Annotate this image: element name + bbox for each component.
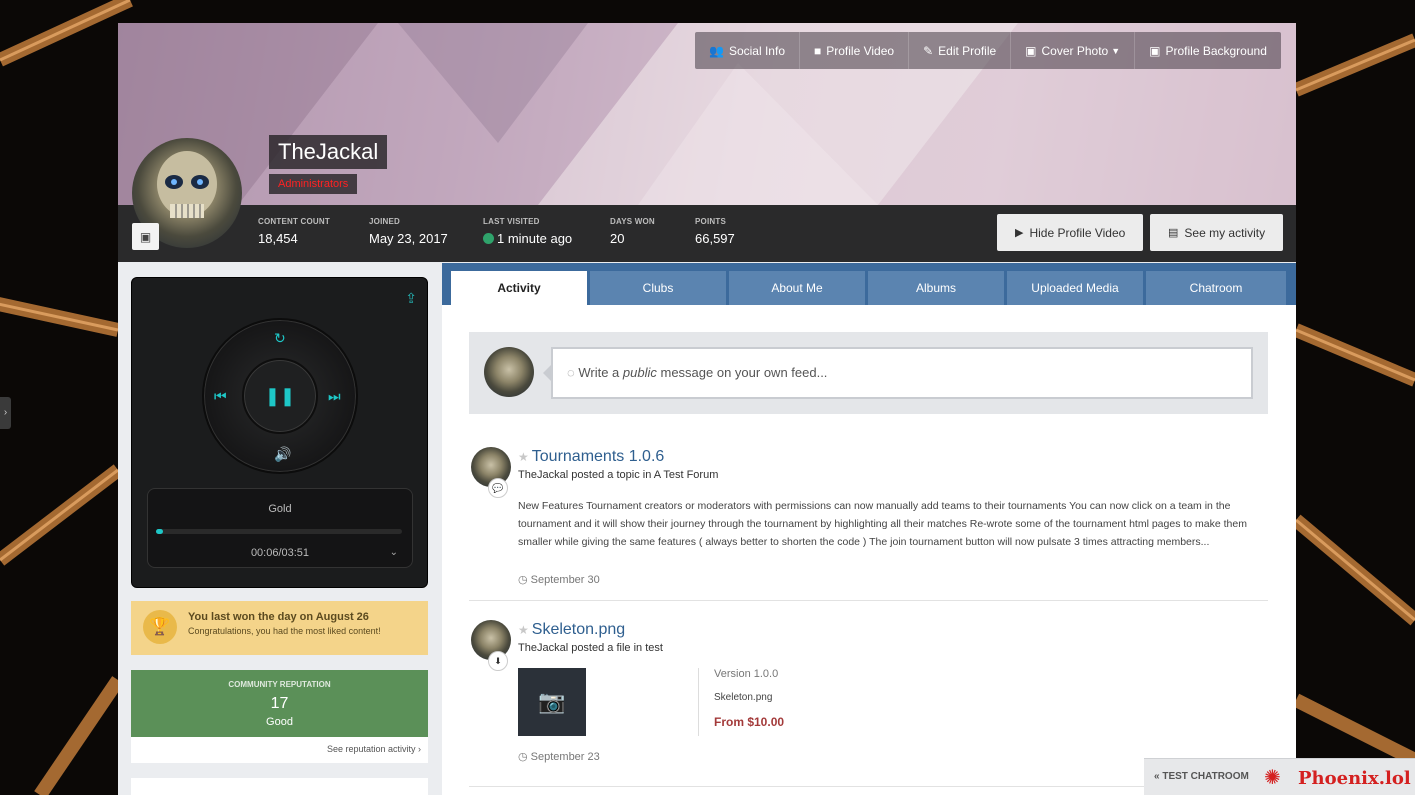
tab-clubs[interactable]: Clubs (590, 271, 726, 305)
volume-icon[interactable]: 🔊 (274, 446, 291, 463)
upload-icon[interactable]: ⇪ (405, 290, 417, 307)
image-icon: ▣ (1149, 43, 1161, 58)
star-icon[interactable]: ★ (518, 623, 529, 637)
image-icon: ▣ (139, 229, 152, 244)
day-won-panel: 🏆 You last won the day on August 26 Cong… (131, 601, 428, 655)
newspaper-icon: ▤ (1168, 227, 1179, 239)
trophy-icon: 🏆 (143, 610, 177, 644)
see-my-activity-button[interactable]: ▤ See my activity (1150, 214, 1284, 251)
sidebar-widget (131, 778, 428, 795)
chevron-down-icon[interactable]: ⌄ (390, 547, 398, 558)
profile-group: Administrators (269, 174, 358, 194)
comment-icon: ◌ (567, 365, 579, 380)
chatroom-bar[interactable]: « TEST CHATROOM ✺ Phoenix.lol (1144, 758, 1415, 795)
stat-days-won: DAYS WON 20 (610, 217, 655, 246)
stat-last-visited: LAST VISITED 1 minute ago (483, 217, 573, 246)
tab-activity[interactable]: Activity (451, 271, 587, 305)
activity-item: ⬇ ★ Skeleton.png TheJackal posted a file … (469, 620, 1268, 770)
video-icon: ■ (814, 43, 822, 58)
file-thumbnail[interactable]: 📷 (518, 668, 586, 736)
topic-comment-icon: 💬 (488, 478, 508, 498)
image-icon: ▣ (1025, 43, 1037, 58)
entry-title-link[interactable]: Tournaments 1.0.6 (532, 448, 665, 465)
stat-content-count: CONTENT COUNT 18,454 (258, 217, 330, 246)
camera-icon: 📷 (538, 689, 566, 714)
entry-snippet: New Features Tournament creators or mode… (518, 500, 1247, 548)
tab-about-me[interactable]: About Me (729, 271, 865, 305)
phoenix-logo-icon: ✺ (1264, 767, 1281, 789)
track-progress-fill (156, 529, 164, 534)
entry-user-link[interactable]: TheJackal (518, 642, 568, 654)
clock-icon: ◷ (518, 751, 531, 763)
users-icon: 👥 (709, 43, 724, 58)
status-input[interactable]: ◌ Write a public message on your own fee… (551, 347, 1253, 399)
track-progress-bar[interactable] (156, 529, 402, 534)
profile-background-button[interactable]: ▣ Profile Background (1135, 32, 1281, 69)
side-panel-toggle[interactable]: › (0, 397, 11, 429)
hide-profile-video-button[interactable]: ▶ Hide Profile Video (997, 214, 1144, 251)
reputation-panel: COMMUNITY REPUTATION 17 Good (131, 670, 428, 737)
social-info-button[interactable]: 👥 Social Info (695, 32, 800, 69)
repeat-icon[interactable]: ↻ (274, 330, 286, 347)
pause-icon: ❚❚ (264, 385, 296, 406)
profile-video-button[interactable]: ■ Profile Video (800, 32, 910, 69)
profile-stats-bar: CONTENT COUNT 18,454 JOINED May 23, 2017… (118, 205, 1296, 262)
file-info: Version 1.0.0 Skeleton.png From $10.00 (698, 668, 784, 736)
tab-uploaded-media[interactable]: Uploaded Media (1007, 271, 1143, 305)
track-panel: Gold 00:06/03:51 ⌄ (147, 488, 413, 568)
tab-albums[interactable]: Albums (868, 271, 1004, 305)
status-composer: ◌ Write a public message on your own fee… (469, 332, 1268, 414)
next-track-icon[interactable]: ⏭ (328, 388, 341, 405)
track-title: Gold (268, 503, 292, 515)
divider (469, 600, 1268, 601)
see-reputation-activity-link[interactable]: See reputation activity › (131, 737, 428, 763)
stat-points: POINTS 66,597 (695, 217, 735, 246)
edit-profile-button[interactable]: ✎ Edit Profile (909, 32, 1012, 69)
composer-avatar (484, 347, 534, 397)
music-player: ⇪ ↻ ⏮ ⏭ 🔊 ❚❚ Gold 00:06/03:51 ⌄ (131, 277, 428, 588)
profile-page: 👥 Social Info ■ Profile Video ✎ Edit Profil… (118, 23, 1296, 795)
star-icon[interactable]: ★ (518, 450, 529, 464)
previous-track-icon[interactable]: ⏮ (214, 388, 227, 405)
pencil-icon: ✎ (923, 43, 934, 58)
activity-feed: ◌ Write a public message on your own fee… (442, 305, 1296, 795)
track-time: 00:06/03:51 (250, 547, 310, 559)
stat-joined: JOINED May 23, 2017 (369, 217, 448, 246)
cover-actions: 👥 Social Info ■ Profile Video ✎ Edit Profil… (695, 32, 1281, 69)
pause-button[interactable]: ❚❚ (242, 358, 318, 434)
entry-user-link[interactable]: TheJackal (518, 469, 568, 481)
change-photo-button[interactable]: ▣ (132, 223, 159, 250)
download-icon: ⬇ (488, 651, 508, 671)
entry-forum-link[interactable]: A Test Forum (654, 469, 719, 481)
profile-tabs: Activity Clubs About Me Albums Uploaded … (442, 263, 1296, 305)
profile-name: TheJackal (269, 135, 388, 169)
activity-item: 💬 ★ Tournaments 1.0.6 TheJackal posted a … (469, 447, 1268, 587)
cover-photo-button[interactable]: ▣ Cover Photo ▼ (1011, 32, 1136, 69)
cover-photo: 👥 Social Info ■ Profile Video ✎ Edit Profil… (118, 23, 1296, 205)
caret-down-icon: ▼ (1111, 45, 1121, 56)
player-controls-wheel: ↻ ⏮ ⏭ 🔊 ❚❚ (202, 318, 358, 474)
site-logo: ✺ Phoenix.lol (1264, 767, 1411, 789)
youtube-icon: ▶ (1015, 227, 1024, 239)
tab-chatroom[interactable]: Chatroom (1146, 271, 1286, 305)
online-status-icon (483, 233, 494, 244)
clock-icon: ◷ (518, 574, 531, 586)
entry-category-link[interactable]: test (645, 642, 663, 654)
entry-title-link[interactable]: Skeleton.png (532, 621, 625, 638)
